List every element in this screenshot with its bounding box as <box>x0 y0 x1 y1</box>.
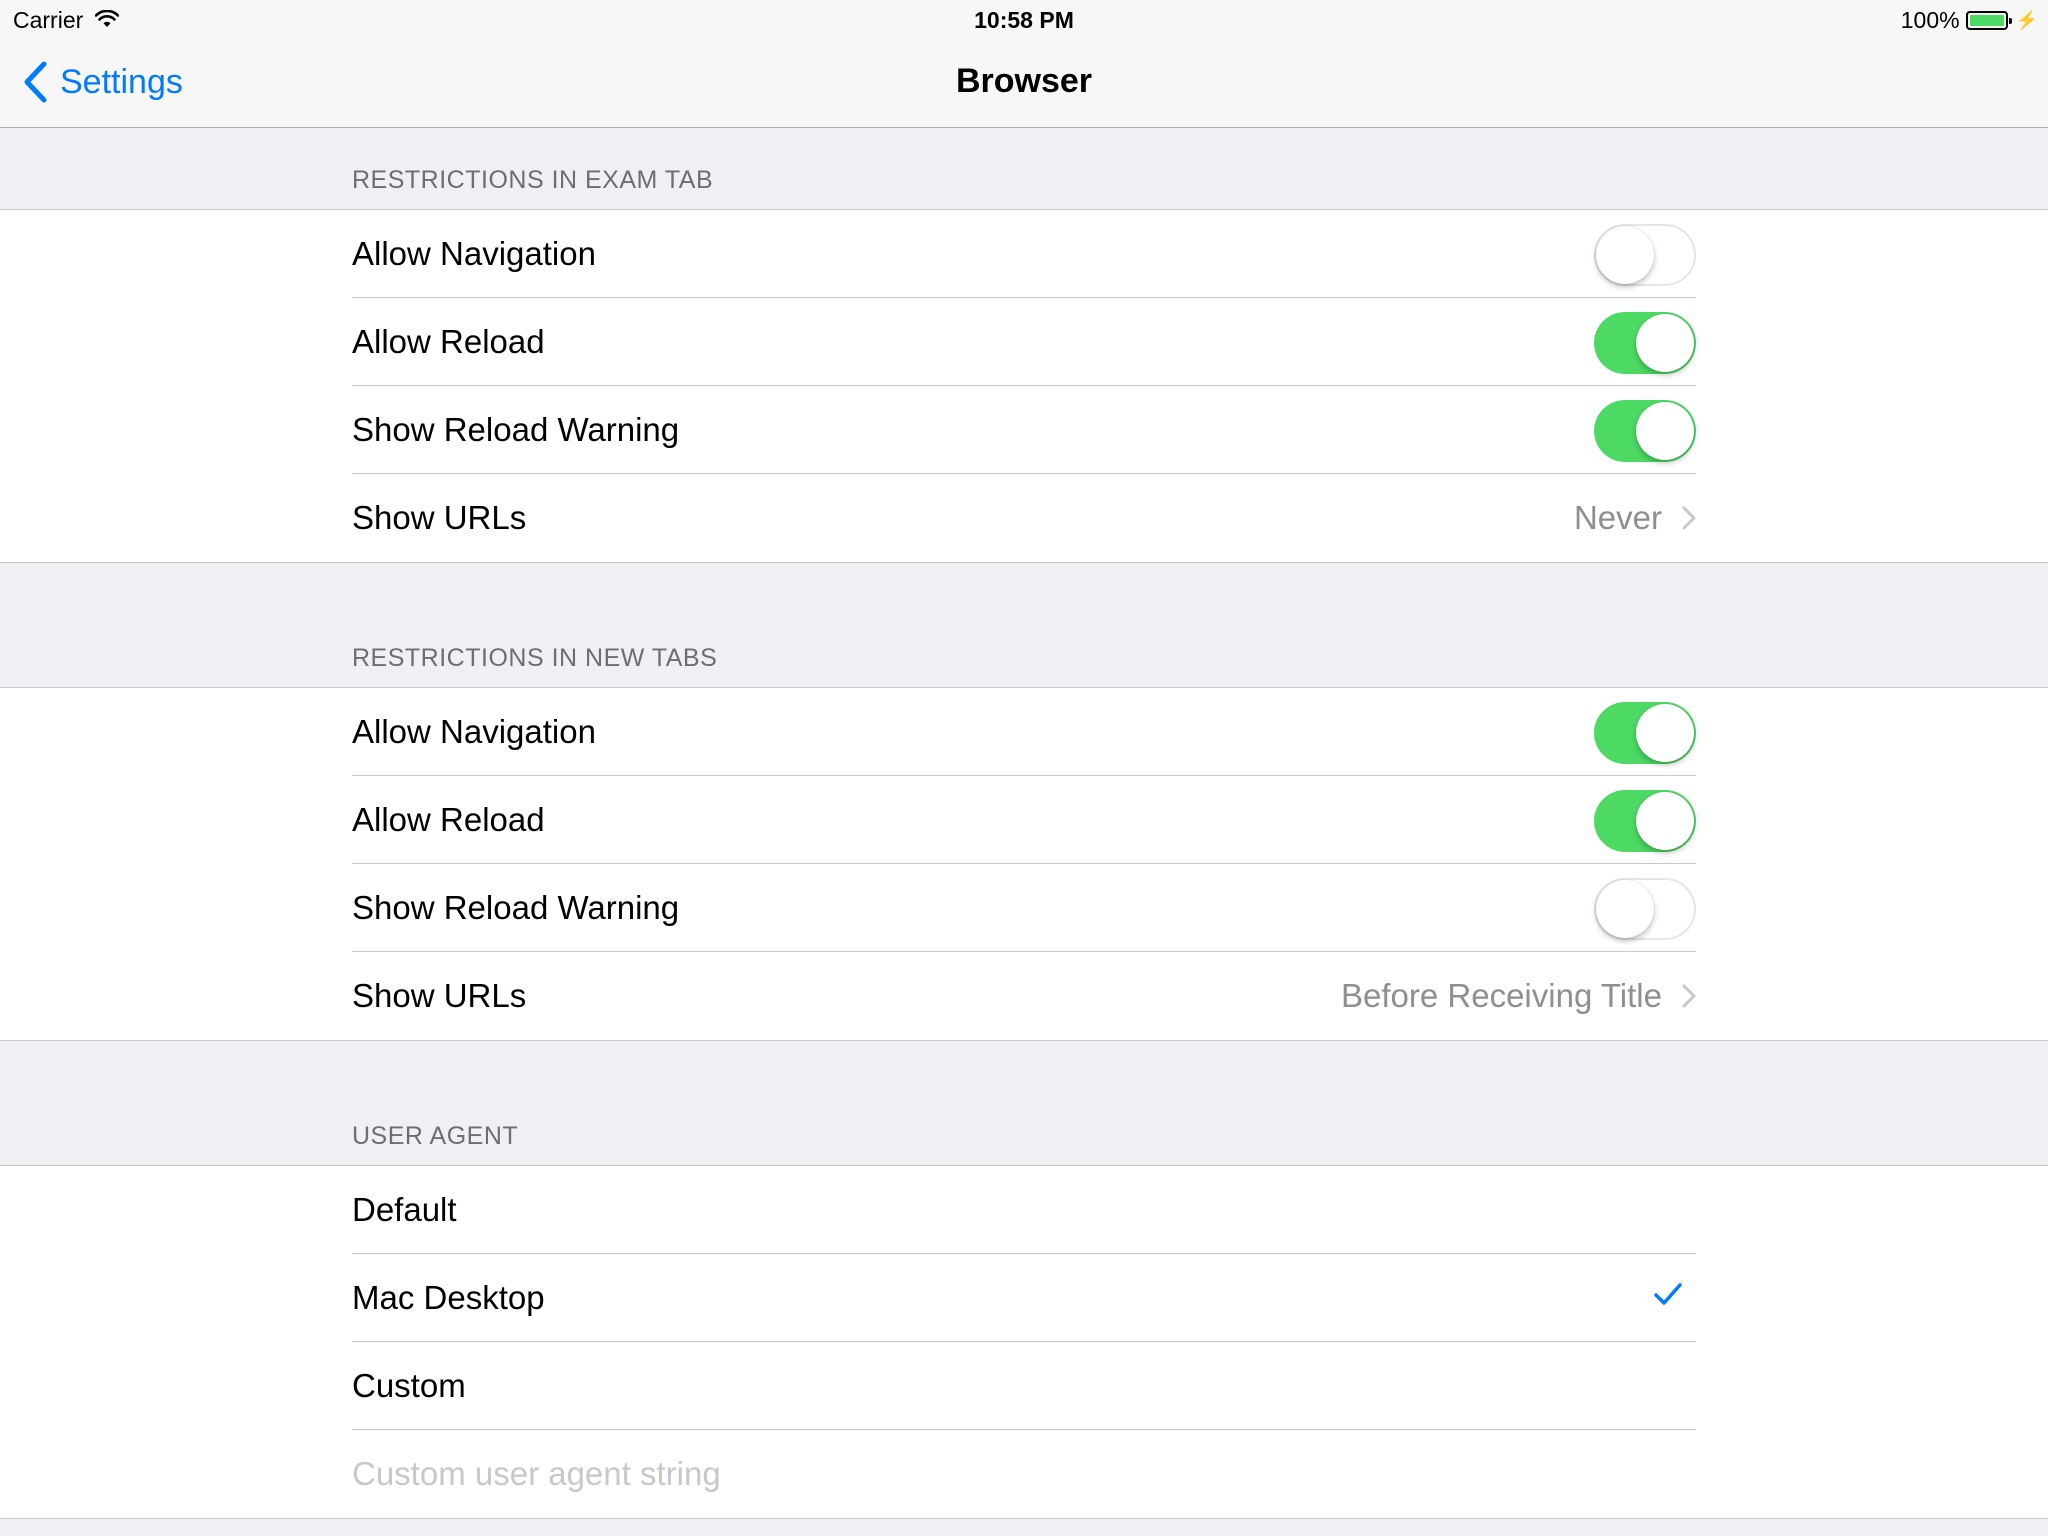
row-new-show-urls[interactable]: Show URLs Before Receiving Title <box>352 952 1696 1040</box>
custom-user-agent-placeholder: Custom user agent string <box>352 1455 721 1492</box>
row-exam-show-reload-warning: Show Reload Warning <box>352 386 1696 474</box>
row-new-show-reload-warning: Show Reload Warning <box>352 864 1696 952</box>
row-exam-allow-navigation: Allow Navigation <box>352 210 1696 298</box>
battery-nub <box>2008 18 2012 24</box>
row-label: Default <box>352 1191 457 1228</box>
charging-bolt-icon: ⚡ <box>2015 10 2038 30</box>
section-header-new-tabs: RESTRICTIONS IN NEW TABS <box>352 644 718 672</box>
row-label: Allow Navigation <box>352 235 596 272</box>
chevron-right-icon <box>1682 984 1696 1008</box>
group-exam-tab: Allow Navigation Allow Reload Show Reloa… <box>0 209 2048 563</box>
exam-show-reload-warning-toggle[interactable] <box>1594 400 1696 462</box>
row-label: Allow Reload <box>352 323 545 360</box>
new-show-urls-detail[interactable]: Before Receiving Title <box>1341 952 1696 1040</box>
custom-user-agent-field[interactable]: Custom user agent string <box>352 1430 1696 1518</box>
group-new-tabs: Allow Navigation Allow Reload Show Reloa… <box>0 687 2048 1041</box>
new-allow-reload-toggle[interactable] <box>1594 790 1696 852</box>
user-agent-option-mac-desktop[interactable]: Mac Desktop <box>352 1254 1696 1342</box>
detail-value: Before Receiving Title <box>1341 977 1662 1014</box>
screen: Carrier 10:58 PM 100% ⚡ Settings Browser… <box>0 0 2048 1536</box>
status-right: 100% ⚡ <box>1901 7 2038 34</box>
row-label: Show Reload Warning <box>352 889 680 926</box>
row-exam-allow-reload: Allow Reload <box>352 298 1696 386</box>
section-header-exam-tab: RESTRICTIONS IN EXAM TAB <box>352 166 714 194</box>
page-title: Browser <box>955 62 1093 100</box>
row-label: Show URLs <box>352 499 527 536</box>
navigation-bar: Settings Browser <box>0 40 2048 128</box>
status-bar: Carrier 10:58 PM 100% ⚡ <box>0 0 2048 40</box>
row-label: Custom <box>352 1367 466 1404</box>
row-label: Show URLs <box>352 977 527 1014</box>
row-label: Mac Desktop <box>352 1279 545 1316</box>
toggle-knob <box>1636 314 1694 372</box>
toggle-knob <box>1636 792 1694 850</box>
exam-allow-navigation-toggle[interactable] <box>1594 224 1696 286</box>
checkmark-icon <box>1654 1283 1682 1305</box>
row-label: Allow Navigation <box>352 713 596 750</box>
toggle-knob <box>1636 704 1694 762</box>
battery-fill <box>1969 15 2004 26</box>
row-new-allow-navigation: Allow Navigation <box>352 688 1696 776</box>
toggle-knob <box>1596 226 1654 284</box>
user-agent-option-default[interactable]: Default <box>352 1166 1696 1254</box>
new-allow-navigation-toggle[interactable] <box>1594 702 1696 764</box>
row-exam-show-urls[interactable]: Show URLs Never <box>352 474 1696 562</box>
toggle-knob <box>1636 402 1694 460</box>
toggle-knob <box>1596 880 1654 938</box>
new-show-reload-warning-toggle[interactable] <box>1594 878 1696 940</box>
battery-icon <box>1965 11 2012 30</box>
row-label: Show Reload Warning <box>352 411 680 448</box>
chevron-right-icon <box>1682 506 1696 530</box>
row-label: Allow Reload <box>352 801 545 838</box>
group-user-agent: Default Mac Desktop Custom Custom user a… <box>0 1165 2048 1519</box>
status-time: 10:58 PM <box>974 7 1074 33</box>
exam-show-urls-detail[interactable]: Never <box>1574 474 1696 562</box>
section-header-user-agent: USER AGENT <box>352 1122 519 1150</box>
user-agent-option-custom[interactable]: Custom <box>352 1342 1696 1430</box>
battery-percent: 100% <box>1900 7 1960 33</box>
detail-value: Never <box>1573 499 1662 536</box>
exam-allow-reload-toggle[interactable] <box>1594 312 1696 374</box>
row-new-allow-reload: Allow Reload <box>352 776 1696 864</box>
